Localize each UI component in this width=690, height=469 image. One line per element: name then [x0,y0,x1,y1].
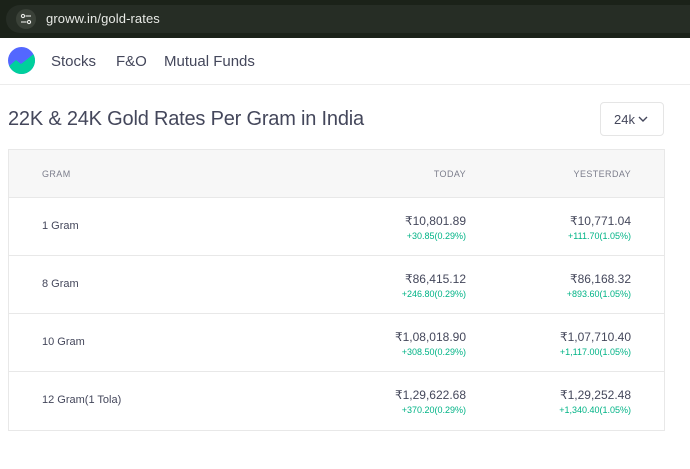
table-row: 1 Gram ₹10,801.89 +30.85(0.29%) ₹10,771.… [9,198,664,256]
yesterday-change: +1,117.00(1.05%) [559,347,631,357]
table-row: 10 Gram ₹1,08,018.90 +308.50(0.29%) ₹1,0… [9,314,664,372]
nav-fno[interactable]: F&O [116,53,147,70]
yesterday-rate: ₹1,07,710.40 [559,330,631,344]
today-change: +30.85(0.29%) [406,231,466,241]
gram-label: 1 Gram [42,220,79,232]
header-today: TODAY [433,169,466,179]
site-settings-icon[interactable] [16,9,36,29]
yesterday-change: +111.70(1.05%) [568,231,631,241]
today-change: +308.50(0.29%) [401,347,466,357]
gram-label: 12 Gram(1 Tola) [42,394,122,406]
yesterday-change: +1,340.40(1.05%) [559,405,631,415]
nav-mutual-funds[interactable]: Mutual Funds [164,53,255,70]
top-nav: Stocks F&O Mutual Funds [0,38,690,85]
today-rate: ₹10,801.89 [404,214,466,228]
table-row: 8 Gram ₹86,415.12 +246.80(0.29%) ₹86,168… [9,256,664,314]
url-text: groww.in/gold-rates [46,11,160,26]
page-title: 22K & 24K Gold Rates Per Gram in India [8,108,364,130]
today-rate: ₹86,415.12 [404,272,466,286]
table-header: GRAM TODAY YESTERDAY [9,150,664,198]
today-rate: ₹1,08,018.90 [394,330,466,344]
karat-select-value: 24k [614,112,635,127]
today-change: +370.20(0.29%) [401,405,466,415]
groww-logo[interactable] [8,47,35,74]
url-field[interactable]: groww.in/gold-rates [6,5,690,33]
gram-label: 10 Gram [42,336,85,348]
header-yesterday: YESTERDAY [573,169,631,179]
today-change: +246.80(0.29%) [401,289,466,299]
chevron-down-icon [638,116,648,122]
gold-rates-table: GRAM TODAY YESTERDAY 1 Gram ₹10,801.89 +… [8,149,665,431]
yesterday-change: +893.60(1.05%) [566,289,631,299]
yesterday-rate: ₹86,168.32 [569,272,631,286]
nav-stocks[interactable]: Stocks [51,53,96,70]
today-rate: ₹1,29,622.68 [394,388,466,402]
yesterday-rate: ₹1,29,252.48 [559,388,631,402]
yesterday-rate: ₹10,771.04 [569,214,631,228]
browser-address-bar: groww.in/gold-rates [0,0,690,38]
header-gram: GRAM [42,169,71,179]
table-row: 12 Gram(1 Tola) ₹1,29,622.68 +370.20(0.2… [9,372,664,430]
gram-label: 8 Gram [42,278,79,290]
karat-select[interactable]: 24k [600,102,664,136]
